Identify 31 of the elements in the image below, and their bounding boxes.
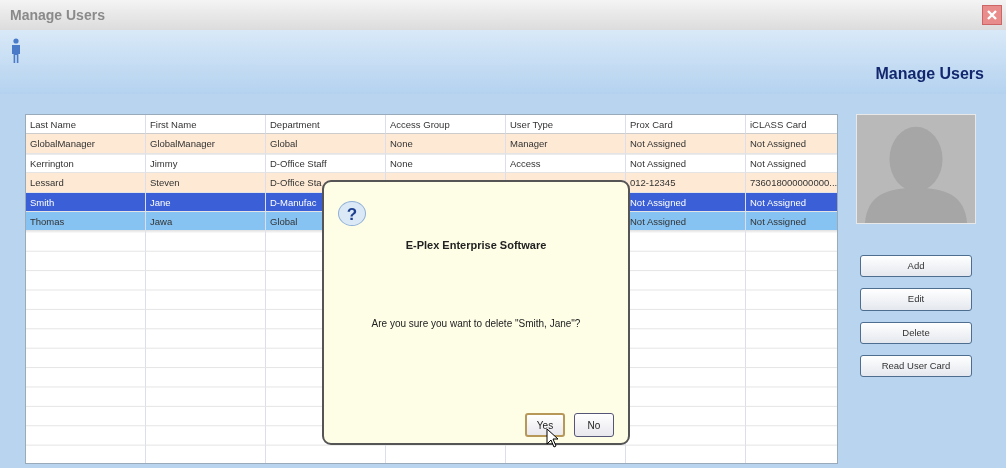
table-cell: Lessard (26, 173, 146, 193)
table-cell: Steven (146, 173, 266, 193)
action-button[interactable]: Add (860, 255, 972, 278)
action-button[interactable]: Read User Card (860, 354, 972, 377)
action-button[interactable]: Delete (860, 321, 972, 344)
table-cell: Smith (26, 192, 146, 212)
action-button[interactable]: Edit (860, 288, 972, 311)
table-cell: GlobalManager (26, 134, 146, 154)
window-title: Manage Users (10, 5, 105, 25)
person-icon (10, 38, 22, 64)
table-cell: Not Assigned (746, 211, 837, 232)
close-button[interactable] (982, 5, 1002, 25)
dialog-button[interactable]: No (574, 413, 614, 437)
table-cell: Jawa (146, 211, 266, 232)
table-cell: Not Assigned (626, 134, 746, 154)
table-cell: Not Assigned (746, 134, 837, 154)
dialog-message: Are you sure you want to delete "Smith, Jane"? (370, 317, 582, 331)
cursor-icon (546, 428, 560, 448)
table-cell: GlobalManager (146, 134, 266, 154)
header-title: Manage Users (875, 64, 984, 84)
table-cell: 736018000000000... (746, 173, 837, 193)
table-cell: Global (266, 134, 386, 154)
table-cell: Jane (146, 192, 266, 212)
table-cell: Thomas (26, 211, 146, 232)
question-mark: ? (338, 201, 366, 226)
table-cell: Not Assigned (746, 192, 837, 212)
close-icon (986, 9, 998, 21)
table-cell: Manager (506, 134, 626, 154)
table-cell: None (386, 134, 506, 154)
dialog-title: E-Plex Enterprise Software (404, 238, 548, 253)
dialog-button[interactable]: Yes (525, 413, 565, 437)
